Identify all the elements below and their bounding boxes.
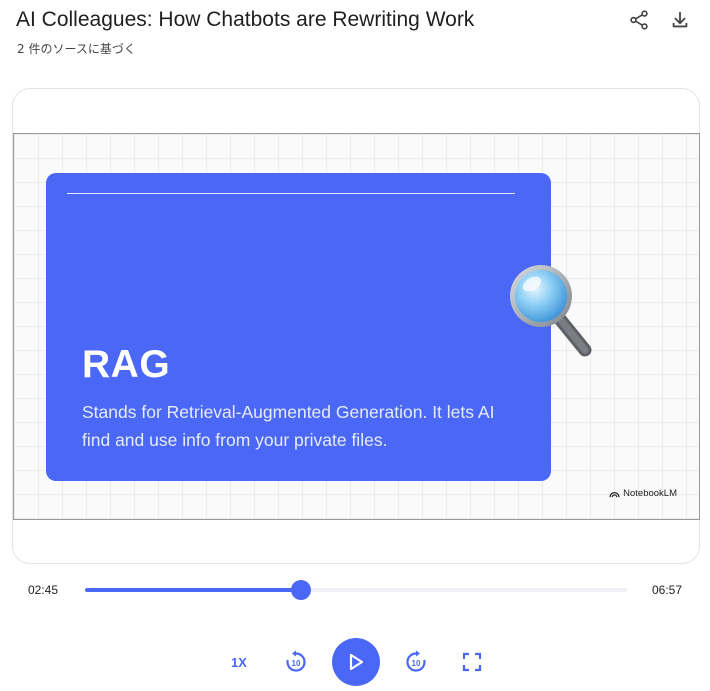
magnifying-glass-icon: [510, 265, 592, 357]
rewind-10-button[interactable]: 10: [282, 648, 310, 676]
fullscreen-button[interactable]: [460, 650, 484, 674]
download-icon: [672, 11, 688, 28]
share-button[interactable]: [627, 8, 651, 32]
share-icon: [630, 10, 648, 30]
play-icon: [349, 653, 364, 671]
watermark-label: NotebookLM: [623, 488, 677, 499]
forward-seconds-label: 10: [412, 659, 421, 668]
video-frame[interactable]: RAG Stands for Retrieval-Augmented Gener…: [13, 133, 700, 520]
progress-thumb[interactable]: [290, 580, 311, 600]
playback-speed-button[interactable]: 1X: [224, 648, 254, 676]
download-button[interactable]: [668, 8, 692, 32]
forward-10-icon: 10: [406, 650, 426, 672]
notebooklm-watermark: NotebookLM: [609, 488, 677, 499]
current-time: 02:45: [28, 583, 59, 597]
slide-heading: RAG: [82, 343, 171, 386]
play-button[interactable]: [332, 638, 380, 686]
rewind-10-icon: 10: [286, 650, 306, 672]
slide-card: RAG Stands for Retrieval-Augmented Gener…: [46, 173, 551, 481]
progress-slider[interactable]: [85, 580, 627, 600]
header: AI Colleagues: How Chatbots are Rewritin…: [16, 6, 696, 57]
source-count: 2 件のソースに基づく: [17, 42, 136, 56]
forward-10-button[interactable]: 10: [402, 648, 430, 676]
page-title: AI Colleagues: How Chatbots are Rewritin…: [16, 8, 475, 31]
total-time: 06:57: [652, 583, 683, 597]
slide-body: Stands for Retrieval-Augmented Generatio…: [82, 402, 495, 450]
notebooklm-logo-icon: [609, 491, 620, 498]
rewind-seconds-label: 10: [292, 659, 301, 668]
fullscreen-icon: [462, 652, 482, 672]
slide-divider: [67, 193, 515, 194]
progress-fill: [85, 588, 301, 592]
